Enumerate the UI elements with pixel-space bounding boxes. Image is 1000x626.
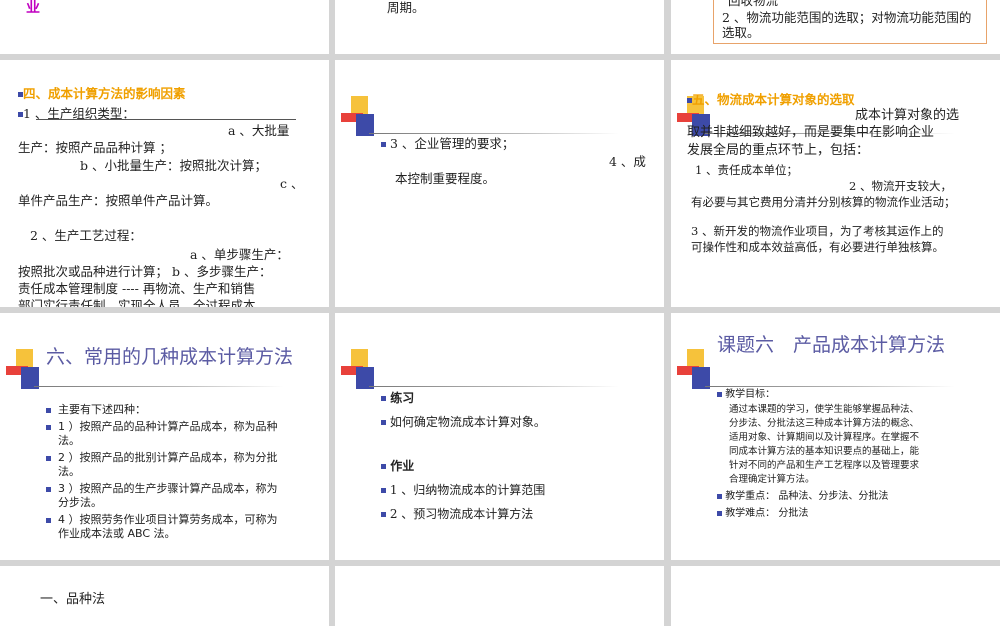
slide-text: 责任成本管理制度 ---- 再物流、生产和销售	[18, 281, 256, 296]
slide-thumb-r3-c3[interactable]	[671, 566, 1000, 626]
text-box: 回收物流 2 、物流功能范围的选取；对物流功能范围的 选取。	[713, 0, 987, 44]
slide-text: 3 、新开发的物流作业项目，为了考核其运作上的	[691, 224, 944, 238]
slide-thumb-r2-c3[interactable]: 课题六 产品成本计算方法 教学目标： 通过本课题的学习，使学生能够掌握品种法、分…	[671, 313, 1000, 560]
bullet-icon	[717, 494, 722, 499]
slide-text: c 、	[280, 176, 304, 191]
slide-text: 1 、生产组织类型：	[18, 106, 135, 122]
slide-text: 周期。	[387, 0, 425, 15]
slide-text: a 、大批量	[228, 123, 290, 138]
slide-text: 1 、归纳物流成本的计算范围	[381, 481, 545, 499]
slide-text: 发展全局的重点环节上，包括：	[687, 143, 870, 158]
bullet-icon	[381, 142, 386, 147]
list-item-text: 主要有下述四种：	[58, 403, 146, 416]
goal-line: 同成本计算方法的基本知识要点的基础上，能	[729, 446, 920, 457]
slide-title: 六、常用的几种成本计算方法	[46, 346, 294, 368]
slide-thumb-r2-c2[interactable]: 练习 如何确定物流成本计算对象。 作业 1 、归纳物流成本的计算范围 2 、预习…	[335, 313, 664, 560]
bullet-icon	[717, 511, 722, 516]
slide-logo-icon	[677, 349, 955, 391]
slide-text: 2 、预习物流成本计算方法	[381, 505, 533, 523]
bullet-icon	[717, 392, 722, 397]
slide-thumb-r1-c3[interactable]: 五、物流成本计算对象的选取 成本计算对象的选 取并非越细致越好，而是要集中在影响…	[671, 60, 1000, 307]
slide-text: b 、小批量生产：按照批次计算；	[80, 158, 267, 173]
goal-line: 通过本课题的学习，使学生能够掌握品种法、	[729, 404, 920, 415]
slide-title: 五、物流成本计算对象的选取	[687, 92, 855, 108]
section-heading: 练习	[381, 389, 414, 407]
list-item-text: 分步法。	[58, 496, 102, 509]
bullet-icon	[381, 464, 386, 469]
slide-title: 四、成本计算方法的影响因素	[18, 86, 186, 102]
bullet-icon	[46, 408, 51, 413]
slide-text: 4 、成	[609, 154, 646, 169]
goal-line: 针对不同的产品和生产工艺程序以及管理要求	[729, 460, 920, 471]
section-heading: 作业	[381, 457, 414, 475]
goal-line: 分步法、分批法这三种成本计算方法的概念、	[729, 418, 920, 429]
slide-text: 1 、责任成本单位；	[695, 163, 798, 177]
slide-thumb-r1-c2[interactable]: 3 、企业管理的要求； 4 、成 本控制重要程度。	[335, 60, 664, 307]
slide-text: 有必要与其它费用分清并分别核算的物流作业活动；	[691, 195, 956, 209]
slide-thumb-r0-c3[interactable]: 回收物流 2 、物流功能范围的选取；对物流功能范围的 选取。	[671, 0, 1000, 54]
slide-thumb-r2-c1[interactable]: 六、常用的几种成本计算方法 主要有下述四种： 1 ）按照产品的品种计算产品成本，称…	[0, 313, 329, 560]
slide-logo-icon	[341, 349, 619, 391]
slide-logo-icon	[6, 349, 284, 391]
list-item-text: 作业成本法或 ABC 法。	[58, 527, 176, 540]
slide-text: 取并非越细致越好，而是要集中在影响企业	[687, 125, 935, 140]
bullet-icon	[46, 456, 51, 461]
slide-text: 2 、生产工艺过程：	[30, 228, 142, 243]
list-item-text: 法。	[58, 434, 80, 447]
slide-text: 教学难点： 分批法	[717, 506, 808, 521]
slide-text: 3 、企业管理的要求；	[381, 136, 514, 152]
goal-line: 适用对象、计算期间以及计算程序。在掌握不	[729, 432, 920, 443]
slide-text: 本控制重要程度。	[395, 171, 496, 186]
list-item-text: 3 ）按照产品的生产步骤计算产品成本，称为	[58, 482, 278, 495]
slide-thumb-r3-c1[interactable]: 一、品种法	[0, 566, 329, 626]
list-item-text: 2 ）按照产品的批别计算产品成本，称为分批	[58, 451, 278, 464]
slide-text: 2 、物流开支较大，	[849, 179, 952, 193]
slide-text: a 、单步骤生产：	[190, 247, 289, 262]
slide-text: 回收物流	[728, 0, 779, 8]
slide-text: 选取。	[722, 25, 760, 40]
bullet-icon	[381, 396, 386, 401]
slide-text: 单件产品生产：按照单件产品计算。	[18, 193, 219, 208]
slide-text: 2 、物流功能范围的选取；对物流功能范围的	[722, 10, 972, 25]
slide-thumb-r3-c2[interactable]	[335, 566, 664, 626]
slide-title: 课题六 产品成本计算方法	[717, 334, 946, 356]
slide-text: 如何确定物流成本计算对象。	[381, 413, 546, 431]
slide-text: 教学重点： 品种法、分步法、分批法	[717, 489, 888, 504]
bullet-icon	[46, 425, 51, 430]
slide-logo-icon	[341, 96, 619, 138]
bullet-icon	[381, 512, 386, 517]
bullet-icon	[381, 488, 386, 493]
slide-text: 部门实行责任制，实现全人员，全过程成本	[18, 298, 256, 307]
bullet-icon	[381, 420, 386, 425]
slide-text: 按照批次或品种进行计算； b 、多步骤生产：	[18, 264, 272, 279]
slide-thumb-r1-c1[interactable]: 四、成本计算方法的影响因素 1 、生产组织类型： a 、大批量 生产：按照产品品…	[0, 60, 329, 307]
list-item-text: 4 ）按照劳务作业项目计算劳务成本，可称为	[58, 513, 278, 526]
slide-text: 一、品种法	[40, 592, 106, 607]
slide-text: 业	[26, 0, 40, 16]
list-item-text: 1 ）按照产品的品种计算产品成本，称为品种	[58, 420, 278, 433]
list-item-text: 法。	[58, 465, 80, 478]
bullet-icon	[46, 518, 51, 523]
goal-line: 合理确定计算方法。	[729, 474, 815, 485]
slide-text: 成本计算对象的选	[855, 108, 960, 123]
slide-thumb-r0-c1[interactable]: 业	[0, 0, 329, 54]
slide-text: 可操作性和成本效益高低，有必要进行单独核算。	[691, 240, 944, 254]
slide-thumb-r0-c2[interactable]: 周期。	[335, 0, 664, 54]
bullet-icon	[46, 487, 51, 492]
slide-text: 教学目标：	[717, 387, 775, 402]
slide-text: 生产：按照产品品种计算 ；	[18, 140, 172, 155]
